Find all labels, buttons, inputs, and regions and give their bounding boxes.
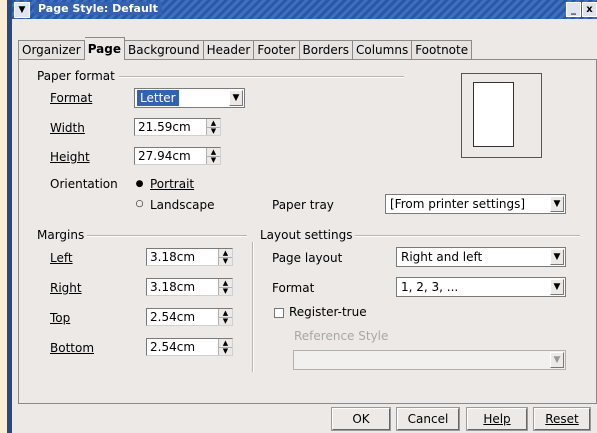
bottom-margin-stepper[interactable]: ▲ ▼: [218, 339, 232, 355]
down-arrow-icon[interactable]: ▼: [219, 287, 232, 295]
up-arrow-icon[interactable]: ▲: [219, 339, 232, 347]
landscape-label[interactable]: Landscape: [150, 198, 214, 212]
right-margin-field[interactable]: 3.18cm ▲ ▼: [146, 278, 233, 296]
right-margin-stepper[interactable]: ▲ ▼: [218, 279, 232, 295]
title-bar: ▼ Page Style: Default _ x: [12, 0, 597, 19]
orientation-label: Orientation: [50, 177, 118, 191]
reference-style-label: Reference Style: [294, 329, 389, 343]
up-arrow-icon[interactable]: ▲: [207, 148, 220, 156]
layout-settings-title: Layout settings: [260, 228, 353, 242]
width-value: 21.59cm: [138, 120, 191, 134]
page-preview: [461, 73, 542, 158]
up-arrow-icon[interactable]: ▲: [219, 249, 232, 257]
width-field[interactable]: 21.59cm ▲ ▼: [134, 118, 221, 136]
section-divider: [355, 235, 580, 237]
chevron-down-icon[interactable]: ▼: [14, 2, 30, 18]
cancel-button[interactable]: Cancel: [396, 407, 460, 431]
left-margin-field[interactable]: 3.18cm ▲ ▼: [146, 248, 233, 266]
left-margin-value: 3.18cm: [150, 250, 196, 264]
page-style-dialog: ▼ Page Style: Default _ x Organizer Page…: [10, 0, 597, 433]
left-margin-stepper[interactable]: ▲ ▼: [218, 249, 232, 265]
up-arrow-icon[interactable]: ▲: [219, 279, 232, 287]
bottom-margin-label: Bottom: [50, 341, 95, 355]
paper-format-title: Paper format: [37, 69, 115, 83]
tab-footer[interactable]: Footer: [254, 40, 300, 60]
chevron-down-icon[interactable]: ▼: [229, 90, 243, 106]
top-margin-field[interactable]: 2.54cm ▲ ▼: [146, 308, 233, 326]
down-arrow-icon[interactable]: ▼: [219, 317, 232, 325]
tab-borders[interactable]: Borders: [299, 40, 353, 60]
left-margin-label: Left: [50, 251, 73, 265]
down-arrow-icon[interactable]: ▼: [219, 257, 232, 265]
reference-style-select[interactable]: ▼: [293, 350, 566, 370]
bottom-margin-value: 2.54cm: [150, 340, 196, 354]
landscape-radio[interactable]: ○: [135, 200, 144, 209]
height-stepper[interactable]: ▲ ▼: [206, 148, 220, 164]
chevron-down-icon[interactable]: ▼: [550, 279, 564, 295]
down-arrow-icon[interactable]: ▼: [207, 127, 220, 135]
numbering-format-select[interactable]: 1, 2, 3, ... ▼: [396, 277, 566, 297]
width-label: Width: [50, 121, 85, 135]
preview-page-shape: [473, 82, 514, 147]
height-field[interactable]: 27.94cm ▲ ▼: [134, 147, 221, 165]
width-stepper[interactable]: ▲ ▼: [206, 119, 220, 135]
minimize-button[interactable]: _: [566, 2, 581, 17]
down-arrow-icon[interactable]: ▼: [219, 347, 232, 355]
down-arrow-icon[interactable]: ▼: [207, 156, 220, 164]
tab-header[interactable]: Header: [203, 40, 255, 60]
tab-page[interactable]: Page: [84, 37, 126, 60]
top-margin-label: Top: [50, 311, 71, 325]
page-layout-label: Page layout: [272, 251, 343, 265]
reset-button[interactable]: Reset: [533, 407, 591, 431]
numbering-format-value: 1, 2, 3, ...: [401, 280, 459, 294]
tab-background[interactable]: Background: [125, 40, 204, 60]
top-margin-value: 2.54cm: [150, 310, 196, 324]
up-arrow-icon[interactable]: ▲: [219, 309, 232, 317]
right-margin-value: 3.18cm: [150, 280, 196, 294]
window-title: Page Style: Default: [34, 2, 162, 15]
height-label: Height: [50, 150, 90, 164]
tab-organizer[interactable]: Organizer: [18, 40, 85, 60]
tab-footnote[interactable]: Footnote: [412, 40, 473, 60]
paper-tray-label: Paper tray: [272, 198, 334, 212]
chevron-down-icon[interactable]: ▼: [550, 196, 564, 212]
ok-button[interactable]: OK: [331, 407, 391, 431]
format-value: Letter: [137, 90, 179, 106]
register-true-checkbox[interactable]: [274, 308, 284, 318]
close-button[interactable]: x: [582, 2, 597, 17]
page-layout-select[interactable]: Right and left ▼: [396, 247, 566, 267]
format-select[interactable]: Letter ▼: [134, 88, 245, 108]
tab-bar: Organizer Page Background Header Footer …: [18, 37, 473, 60]
format-label: Format: [50, 91, 93, 105]
portrait-radio[interactable]: ●: [135, 180, 144, 189]
tab-columns[interactable]: Columns: [352, 40, 413, 60]
chevron-down-icon: ▼: [550, 352, 564, 368]
up-arrow-icon[interactable]: ▲: [207, 119, 220, 127]
section-divider: [87, 235, 247, 237]
help-button[interactable]: Help: [466, 407, 528, 431]
paper-tray-value: [From printer settings]: [390, 197, 526, 211]
chevron-down-icon[interactable]: ▼: [550, 249, 564, 265]
background-edge: [0, 0, 10, 433]
portrait-label[interactable]: Portrait: [150, 177, 194, 191]
bottom-margin-field[interactable]: 2.54cm ▲ ▼: [146, 338, 233, 356]
vertical-divider: [252, 242, 254, 372]
margins-title: Margins: [37, 228, 85, 242]
page-layout-value: Right and left: [401, 250, 483, 264]
paper-tray-select[interactable]: [From printer settings] ▼: [385, 194, 566, 214]
right-margin-label: Right: [50, 281, 82, 295]
height-value: 27.94cm: [138, 149, 191, 163]
top-margin-stepper[interactable]: ▲ ▼: [218, 309, 232, 325]
numbering-format-label: Format: [272, 281, 315, 295]
register-true-label[interactable]: Register-true: [289, 305, 367, 319]
section-divider: [119, 76, 404, 78]
